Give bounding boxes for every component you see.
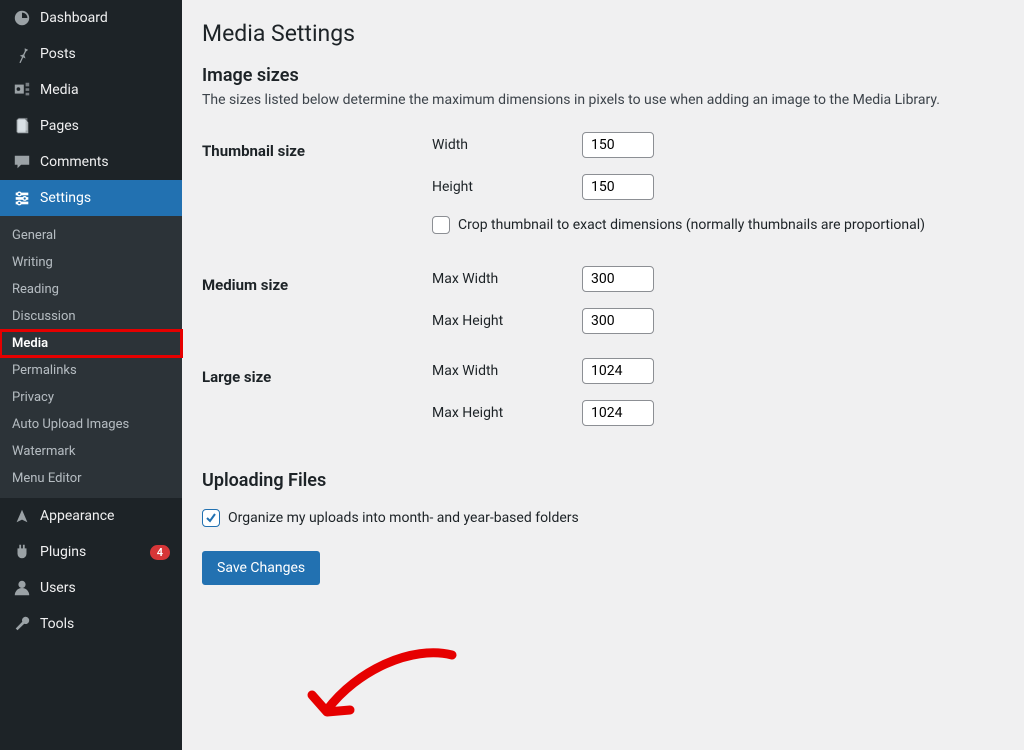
uploading-files-heading: Uploading Files: [202, 470, 1004, 491]
menu-label: Settings: [40, 190, 170, 206]
menu-label: Appearance: [40, 508, 170, 524]
menu-media[interactable]: Media: [0, 72, 182, 108]
sub-auto-upload[interactable]: Auto Upload Images: [0, 411, 182, 438]
thumbnail-size-label: Thumbnail size: [202, 132, 432, 258]
menu-label: Users: [40, 580, 170, 596]
menu-plugins[interactable]: Plugins 4: [0, 534, 182, 570]
max-width-label: Max Width: [432, 271, 582, 287]
settings-icon: [12, 188, 32, 208]
pin-icon: [12, 44, 32, 64]
plugins-update-badge: 4: [150, 545, 170, 560]
thumbnail-height-input[interactable]: [582, 174, 654, 200]
menu-dashboard[interactable]: Dashboard: [0, 0, 182, 36]
organize-uploads-label: Organize my uploads into month- and year…: [228, 510, 579, 526]
large-height-input[interactable]: [582, 400, 654, 426]
menu-appearance[interactable]: Appearance: [0, 498, 182, 534]
menu-users[interactable]: Users: [0, 570, 182, 606]
organize-uploads-checkbox[interactable]: [202, 509, 220, 527]
save-changes-button[interactable]: Save Changes: [202, 551, 320, 585]
admin-sidebar: Dashboard Posts Media Pages Comments Set…: [0, 0, 182, 750]
sub-general[interactable]: General: [0, 222, 182, 249]
menu-label: Dashboard: [40, 10, 170, 26]
large-size-label: Large size: [202, 358, 432, 442]
menu-label: Tools: [40, 616, 170, 632]
thumbnail-width-input[interactable]: [582, 132, 654, 158]
annotation-arrow-icon: [302, 640, 462, 740]
medium-width-input[interactable]: [582, 266, 654, 292]
sub-privacy[interactable]: Privacy: [0, 384, 182, 411]
max-height-label: Max Height: [432, 313, 582, 329]
plugins-icon: [12, 542, 32, 562]
menu-pages[interactable]: Pages: [0, 108, 182, 144]
menu-label: Media: [40, 82, 170, 98]
width-label: Width: [432, 137, 582, 153]
sub-menu-editor[interactable]: Menu Editor: [0, 465, 182, 492]
menu-posts[interactable]: Posts: [0, 36, 182, 72]
crop-thumbnail-label: Crop thumbnail to exact dimensions (norm…: [458, 217, 925, 233]
menu-label: Posts: [40, 46, 170, 62]
large-width-input[interactable]: [582, 358, 654, 384]
menu-comments[interactable]: Comments: [0, 144, 182, 180]
max-width-label: Max Width: [432, 363, 582, 379]
height-label: Height: [432, 179, 582, 195]
settings-content: Media Settings Image sizes The sizes lis…: [182, 0, 1024, 750]
appearance-icon: [12, 506, 32, 526]
crop-thumbnail-checkbox[interactable]: [432, 216, 450, 234]
sub-discussion[interactable]: Discussion: [0, 303, 182, 330]
media-icon: [12, 80, 32, 100]
sub-media[interactable]: Media: [0, 330, 182, 357]
dashboard-icon: [12, 8, 32, 28]
settings-submenu: General Writing Reading Discussion Media…: [0, 216, 182, 498]
image-sizes-description: The sizes listed below determine the max…: [202, 92, 1004, 108]
menu-tools[interactable]: Tools: [0, 606, 182, 642]
sub-reading[interactable]: Reading: [0, 276, 182, 303]
medium-height-input[interactable]: [582, 308, 654, 334]
tools-icon: [12, 614, 32, 634]
sub-permalinks[interactable]: Permalinks: [0, 357, 182, 384]
menu-label: Pages: [40, 118, 170, 134]
sub-writing[interactable]: Writing: [0, 249, 182, 276]
image-sizes-heading: Image sizes: [202, 65, 1004, 86]
page-title: Media Settings: [202, 20, 1004, 47]
comments-icon: [12, 152, 32, 172]
medium-size-label: Medium size: [202, 266, 432, 350]
menu-settings[interactable]: Settings: [0, 180, 182, 216]
sub-watermark[interactable]: Watermark: [0, 438, 182, 465]
menu-label: Plugins: [40, 544, 142, 560]
max-height-label: Max Height: [432, 405, 582, 421]
pages-icon: [12, 116, 32, 136]
users-icon: [12, 578, 32, 598]
menu-label: Comments: [40, 154, 170, 170]
